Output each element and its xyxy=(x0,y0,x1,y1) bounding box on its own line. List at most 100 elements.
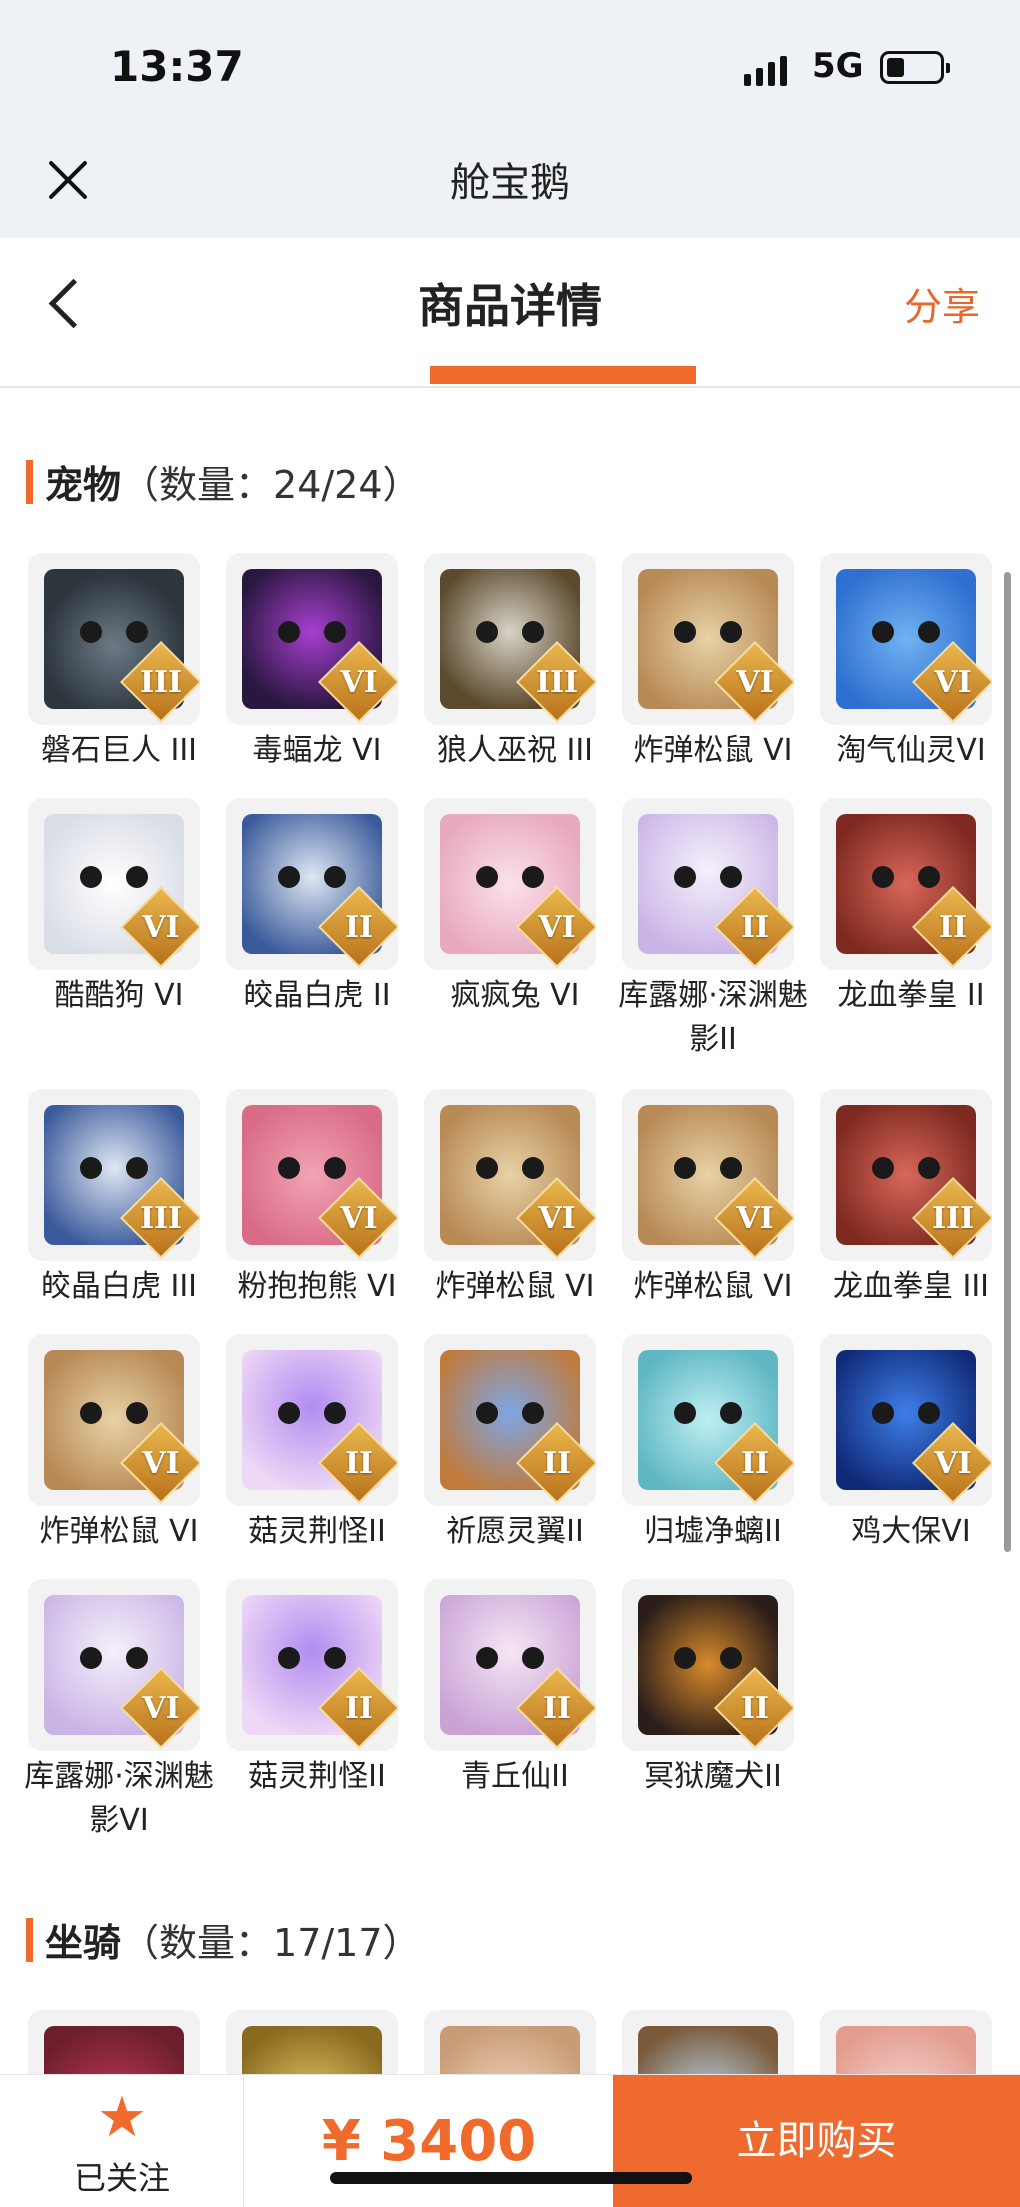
item-label: 祈愿灵翼II xyxy=(446,1514,584,1549)
item-artwork xyxy=(638,2026,778,2074)
item-thumbnail: III xyxy=(28,1089,200,1261)
item-thumbnail: VI xyxy=(424,798,596,970)
buy-now-button[interactable]: 立即购买 xyxy=(613,2075,1020,2207)
item-label: 狼人巫祝 III xyxy=(436,733,594,768)
item-thumbnail: VI xyxy=(820,1334,992,1506)
item-thumbnail: VI xyxy=(28,1579,200,1751)
rank-text: VI xyxy=(340,665,378,700)
rank-text: II xyxy=(344,910,374,945)
rank-text: II xyxy=(542,1446,572,1481)
item-thumbnail: VI xyxy=(226,1089,398,1261)
item-label: 疯疯兔 VI xyxy=(450,978,580,1013)
bottom-bar: ★ 已关注 ¥ 3400 立即购买 xyxy=(0,2074,1020,2207)
rank-text: III xyxy=(139,665,183,700)
rank-text: VI xyxy=(142,1691,180,1726)
item-artwork xyxy=(836,2026,976,2074)
item-label: 炸弹松鼠 VI xyxy=(435,1269,595,1304)
section-name: 宠物 xyxy=(45,463,122,507)
tab-indicator xyxy=(430,366,696,384)
mounts-section-title: 坐骑 （数量：17/17） xyxy=(26,1912,421,1967)
item-thumbnail: II xyxy=(820,798,992,970)
follow-button[interactable]: ★ 已关注 xyxy=(0,2075,244,2207)
rank-text: II xyxy=(542,1691,572,1726)
item-label: 皎晶白虎 II xyxy=(243,978,391,1013)
rank-text: II xyxy=(344,1691,374,1726)
item-thumbnail: VI xyxy=(28,1334,200,1506)
item-thumbnail: II xyxy=(226,798,398,970)
item-thumbnail xyxy=(622,2010,794,2074)
item-thumbnail xyxy=(424,2010,596,2074)
item-label: 龙血拳皇 II xyxy=(837,978,985,1013)
item-label: 酷酷狗 VI xyxy=(54,978,184,1013)
item-label: 冥狱魔犬II xyxy=(644,1759,782,1794)
item-thumbnail: III xyxy=(820,1089,992,1261)
rank-text: II xyxy=(740,1446,770,1481)
item-label: 归墟净螭II xyxy=(644,1514,782,1549)
mounts-grid xyxy=(20,2010,1010,2074)
scrollbar[interactable] xyxy=(1004,572,1011,1552)
item-label: 粉抱抱熊 VI xyxy=(237,1269,397,1304)
network-label: 5G xyxy=(812,46,864,86)
item-thumbnail: II xyxy=(622,798,794,970)
item-thumbnail: VI xyxy=(28,798,200,970)
page-title: 商品详情 xyxy=(418,279,602,333)
item-thumbnail xyxy=(820,2010,992,2074)
rank-text: VI xyxy=(934,665,972,700)
battery-icon xyxy=(880,51,950,84)
rank-text: VI xyxy=(736,1201,774,1236)
item-thumbnail: VI xyxy=(424,1089,596,1261)
item-thumbnail: VI xyxy=(226,553,398,725)
section-count: （数量：17/17） xyxy=(121,1921,421,1965)
item-thumbnail: III xyxy=(424,553,596,725)
item-thumbnail xyxy=(28,2010,200,2074)
item-thumbnail: II xyxy=(226,1334,398,1506)
section-accent-bar xyxy=(26,459,33,504)
follow-label: 已关注 xyxy=(73,2159,170,2197)
item-thumbnail: VI xyxy=(622,553,794,725)
rank-text: II xyxy=(740,910,770,945)
section-name: 坐骑 xyxy=(45,1921,122,1965)
item-thumbnail: VI xyxy=(622,1089,794,1261)
item-artwork xyxy=(440,2026,580,2074)
pets-grid: III 磐石巨人 III VI 毒蝠龙 VI III 狼人巫祝 III VI 炸弹松鼠 VI V… xyxy=(20,553,1010,1903)
rank-text: II xyxy=(344,1446,374,1481)
signal-icon xyxy=(744,52,787,86)
item-label: 青丘仙II xyxy=(461,1759,569,1794)
rank-text: VI xyxy=(736,665,774,700)
status-time: 13:37 xyxy=(110,42,244,91)
section-accent-bar xyxy=(26,1917,33,1962)
rank-text: VI xyxy=(934,1446,972,1481)
rank-text: VI xyxy=(340,1201,378,1236)
item-label: 磐石巨人 III xyxy=(40,733,198,768)
item-artwork xyxy=(44,2026,184,2074)
section-count: （数量：24/24） xyxy=(121,463,421,507)
item-label: 炸弹松鼠 VI xyxy=(39,1514,199,1549)
item-artwork xyxy=(242,2026,382,2074)
item-thumbnail: III xyxy=(28,553,200,725)
item-label: 库露娜·深渊魅影II xyxy=(618,978,808,1057)
item-thumbnail: II xyxy=(622,1334,794,1506)
item-label: 炸弹松鼠 VI xyxy=(633,733,793,768)
rank-text: VI xyxy=(142,1446,180,1481)
page-header: 商品详情 分享 xyxy=(0,238,1020,388)
item-thumbnail xyxy=(226,2010,398,2074)
rank-text: II xyxy=(740,1691,770,1726)
item-label: 鸡大保VI xyxy=(851,1514,971,1549)
item-label: 皎晶白虎 III xyxy=(40,1269,198,1304)
item-thumbnail: II xyxy=(226,1579,398,1751)
item-label: 淘气仙灵VI xyxy=(836,733,986,768)
star-icon: ★ xyxy=(96,2085,148,2150)
rank-text: II xyxy=(938,910,968,945)
home-indicator xyxy=(330,2172,692,2184)
item-label: 龙血拳皇 III xyxy=(832,1269,990,1304)
rank-text: III xyxy=(931,1201,975,1236)
item-label: 毒蝠龙 VI xyxy=(252,733,382,768)
rank-text: VI xyxy=(142,910,180,945)
rank-text: VI xyxy=(538,1201,576,1236)
share-button[interactable]: 分享 xyxy=(904,276,980,331)
price: ¥ 3400 xyxy=(321,2109,537,2174)
item-thumbnail: II xyxy=(424,1334,596,1506)
item-label: 菇灵荆怪II xyxy=(248,1514,386,1549)
item-label: 菇灵荆怪II xyxy=(248,1759,386,1794)
item-label: 库露娜·深渊魅影VI xyxy=(24,1759,214,1838)
